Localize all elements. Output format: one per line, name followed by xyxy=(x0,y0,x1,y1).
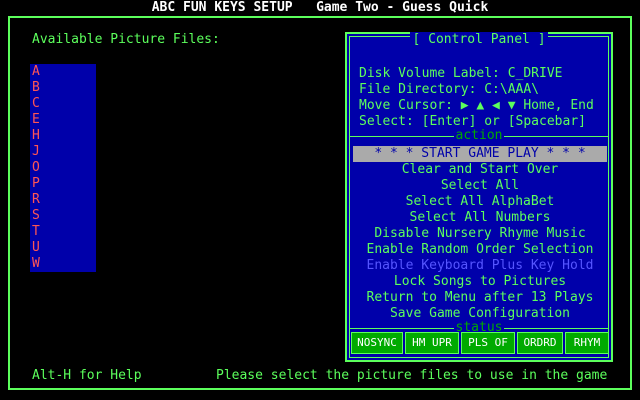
control-panel-title: [ Control Panel ] xyxy=(410,32,548,47)
file-list[interactable]: A B C E H J O P R S T U W xyxy=(30,64,96,272)
file-item-s[interactable]: S xyxy=(32,208,92,224)
file-item-w[interactable]: W xyxy=(32,256,92,272)
file-item-h[interactable]: H xyxy=(32,128,92,144)
menu-start-game-play[interactable]: * * * START GAME PLAY * * * xyxy=(353,146,607,162)
file-item-e[interactable]: E xyxy=(32,112,92,128)
file-item-b[interactable]: B xyxy=(32,80,92,96)
status-rhym: RHYM xyxy=(565,332,609,354)
file-item-p[interactable]: P xyxy=(32,176,92,192)
file-item-j[interactable]: J xyxy=(32,144,92,160)
status-ordrd: ORDRD xyxy=(517,332,563,354)
status-message: Please select the picture files to use i… xyxy=(216,368,608,383)
file-item-t[interactable]: T xyxy=(32,224,92,240)
menu-return-to-menu[interactable]: Return to Menu after 13 Plays xyxy=(353,290,607,306)
menu-disable-nursery-music[interactable]: Disable Nursery Rhyme Music xyxy=(353,226,607,242)
available-files-label: Available Picture Files: xyxy=(32,32,220,47)
menu-enable-keyboard-plus[interactable]: Enable Keyboard Plus Key Hold xyxy=(353,258,607,274)
status-hm-upr: HM UPR xyxy=(405,332,459,354)
disk-volume-label: Disk Volume Label: C_DRIVE xyxy=(359,66,563,81)
menu-clear-start-over[interactable]: Clear and Start Over xyxy=(353,162,607,178)
move-cursor-help: Move Cursor: ▶ ▲ ◀ ▼ Home, End xyxy=(359,98,594,113)
file-directory: File Directory: C:\AAA\ xyxy=(359,82,540,97)
file-item-u[interactable]: U xyxy=(32,240,92,256)
help-hint: Alt-H for Help xyxy=(32,368,142,383)
menu-select-all-numbers[interactable]: Select All Numbers xyxy=(353,210,607,226)
status-nosync: NOSYNC xyxy=(351,332,403,354)
file-item-o[interactable]: O xyxy=(32,160,92,176)
status-row: NOSYNC HM UPR PLS OF ORDRD RHYM xyxy=(351,332,609,356)
file-item-r[interactable]: R xyxy=(32,192,92,208)
menu-select-all-alphabet[interactable]: Select All AlphaBet xyxy=(353,194,607,210)
control-panel: [ Control Panel ] Disk Volume Label: C_D… xyxy=(345,32,613,362)
status-pls-of: PLS OF xyxy=(461,332,515,354)
action-label: action xyxy=(453,128,505,143)
menu-select-all[interactable]: Select All xyxy=(353,178,607,194)
menu-enable-random-order[interactable]: Enable Random Order Selection xyxy=(353,242,607,258)
window-title: ABC FUN KEYS SETUP Game Two - Guess Quic… xyxy=(151,0,489,15)
file-item-a[interactable]: A xyxy=(32,64,92,80)
menu-lock-songs[interactable]: Lock Songs to Pictures xyxy=(353,274,607,290)
file-item-c[interactable]: C xyxy=(32,96,92,112)
